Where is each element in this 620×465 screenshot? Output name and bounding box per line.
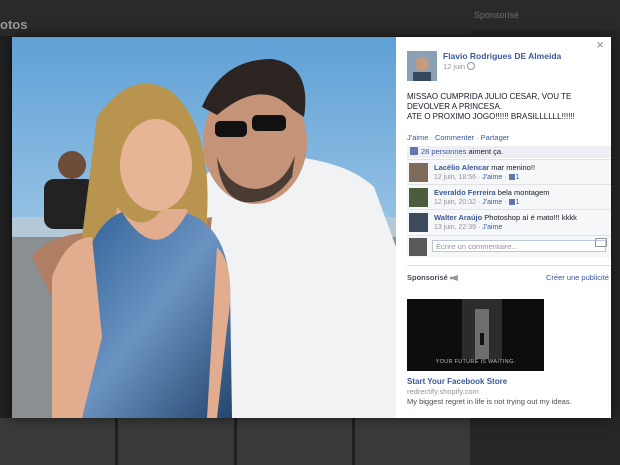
post-actions: J'aime · Commenter · Partager — [407, 133, 509, 142]
comment-time[interactable]: 12 juin, 18:56 — [434, 174, 476, 181]
section-divider — [407, 265, 611, 266]
commenter-avatar[interactable] — [409, 163, 428, 182]
post-text: MISSAO CUMPRIDA JULIO CESAR, VOU TE DEVO… — [407, 92, 602, 122]
post-text-line: ATE O PROXIMO JOGO!!!!!! BRASILLLLLL!!!!… — [407, 112, 575, 121]
comment-meta: 13 juin, 22:39 · J'aime — [434, 224, 503, 231]
comment-body: bela montagem — [495, 188, 550, 197]
comment-like-count[interactable]: 1 — [516, 174, 520, 181]
comment-meta: 12 juin, 18:56 · J'aime · 1 — [434, 174, 520, 181]
comment-body: Photoshop aí é mato!!! kkkk — [482, 213, 577, 222]
author-avatar[interactable] — [407, 51, 437, 81]
photo-lightbox: × Flavio Rodrigues DE Almeida 12 juin MI… — [12, 37, 611, 418]
comment-time[interactable]: 12 juin, 20:32 — [434, 199, 476, 206]
megaphone-icon — [449, 275, 458, 281]
commenter-avatar[interactable] — [409, 213, 428, 232]
comment-item: Walter Araújo Photoshop aí é mato!!! kkk… — [407, 209, 611, 235]
avatar-illustration — [407, 51, 437, 81]
commenter-name[interactable]: Walter Araújo — [434, 213, 482, 222]
background-sponsor-label: Sponsorisé — [474, 10, 520, 20]
post-date[interactable]: 12 juin — [443, 62, 476, 71]
comment-meta: 12 juin, 20:32 · J'aime · 1 — [434, 199, 520, 206]
commenter-name[interactable]: Everaldo Ferreira — [434, 188, 496, 197]
background-photo-thumbnails — [0, 418, 470, 465]
post-photo[interactable] — [12, 37, 396, 418]
background-page-title: otos — [0, 17, 28, 32]
comment-like-button[interactable]: J'aime — [482, 199, 502, 206]
like-thumb-icon — [508, 199, 515, 205]
background-thumbnail — [118, 418, 234, 465]
post-text-line: DEVOLVER A PRINCESA. — [407, 102, 502, 111]
commenter-avatar[interactable] — [409, 188, 428, 207]
likes-summary: 28 personnes aiment ça. — [407, 146, 611, 158]
post-date-text[interactable]: 12 juin — [443, 62, 465, 71]
ad-image[interactable]: YOUR FUTURE IS WAITING. — [407, 299, 544, 371]
comment-input[interactable]: Écrire un commentaire... — [432, 240, 606, 252]
comment-like-button[interactable]: J'aime — [482, 174, 502, 181]
photo-illustration — [12, 37, 396, 418]
comment-text: Walter Araújo Photoshop aí é mato!!! kkk… — [434, 213, 577, 222]
comment-item: Everaldo Ferreira bela montagem 12 juin,… — [407, 184, 611, 210]
sponsored-label: Sponsorisé — [407, 273, 448, 282]
like-thumb-icon — [508, 174, 515, 180]
comment-body: mar menino!! — [489, 163, 536, 172]
sponsored-heading: Sponsorisé — [407, 273, 458, 282]
comment-text: Everaldo Ferreira bela montagem — [434, 188, 550, 197]
author-name[interactable]: Flavio Rodrigues DE Almeida — [443, 51, 561, 61]
ad-image-caption: YOUR FUTURE IS WAITING. — [435, 359, 516, 365]
background-thumbnail — [0, 418, 116, 465]
ad-title[interactable]: Start Your Facebook Store — [407, 377, 507, 386]
comment-item: Lacélio Alencar mar menino!! 12 juin, 18… — [407, 159, 611, 185]
comment-like-count[interactable]: 1 — [516, 199, 520, 206]
ad-body: My biggest regret in life is not trying … — [407, 397, 572, 406]
post-text-line: MISSAO CUMPRIDA JULIO CESAR, VOU TE — [407, 92, 572, 101]
globe-icon — [467, 62, 476, 70]
comment-time[interactable]: 13 juin, 22:39 — [434, 224, 476, 231]
current-user-avatar — [409, 238, 427, 256]
like-thumb-icon — [410, 147, 418, 155]
commenter-name[interactable]: Lacélio Alencar — [434, 163, 489, 172]
comment-composer: Écrire un commentaire... — [407, 235, 611, 258]
action-separator: · — [430, 133, 433, 142]
likes-count-link[interactable]: 28 personnes — [421, 147, 466, 156]
camera-icon[interactable] — [595, 238, 607, 247]
comment-text: Lacélio Alencar mar menino!! — [434, 163, 535, 172]
create-ad-link[interactable]: Créer une publicité — [546, 273, 609, 282]
action-separator: · — [476, 133, 479, 142]
like-button[interactable]: J'aime — [407, 133, 428, 142]
likes-text: aiment ça. — [466, 147, 504, 156]
comment-like-button[interactable]: J'aime — [482, 224, 502, 231]
ad-domain: redrectify.shopify.com — [407, 387, 479, 396]
comment-button[interactable]: Commenter — [435, 133, 474, 142]
background-thumbnail — [354, 418, 470, 465]
post-details-panel: Flavio Rodrigues DE Almeida 12 juin MISS… — [396, 37, 611, 418]
share-button[interactable]: Partager — [481, 133, 510, 142]
background-thumbnail — [236, 418, 352, 465]
